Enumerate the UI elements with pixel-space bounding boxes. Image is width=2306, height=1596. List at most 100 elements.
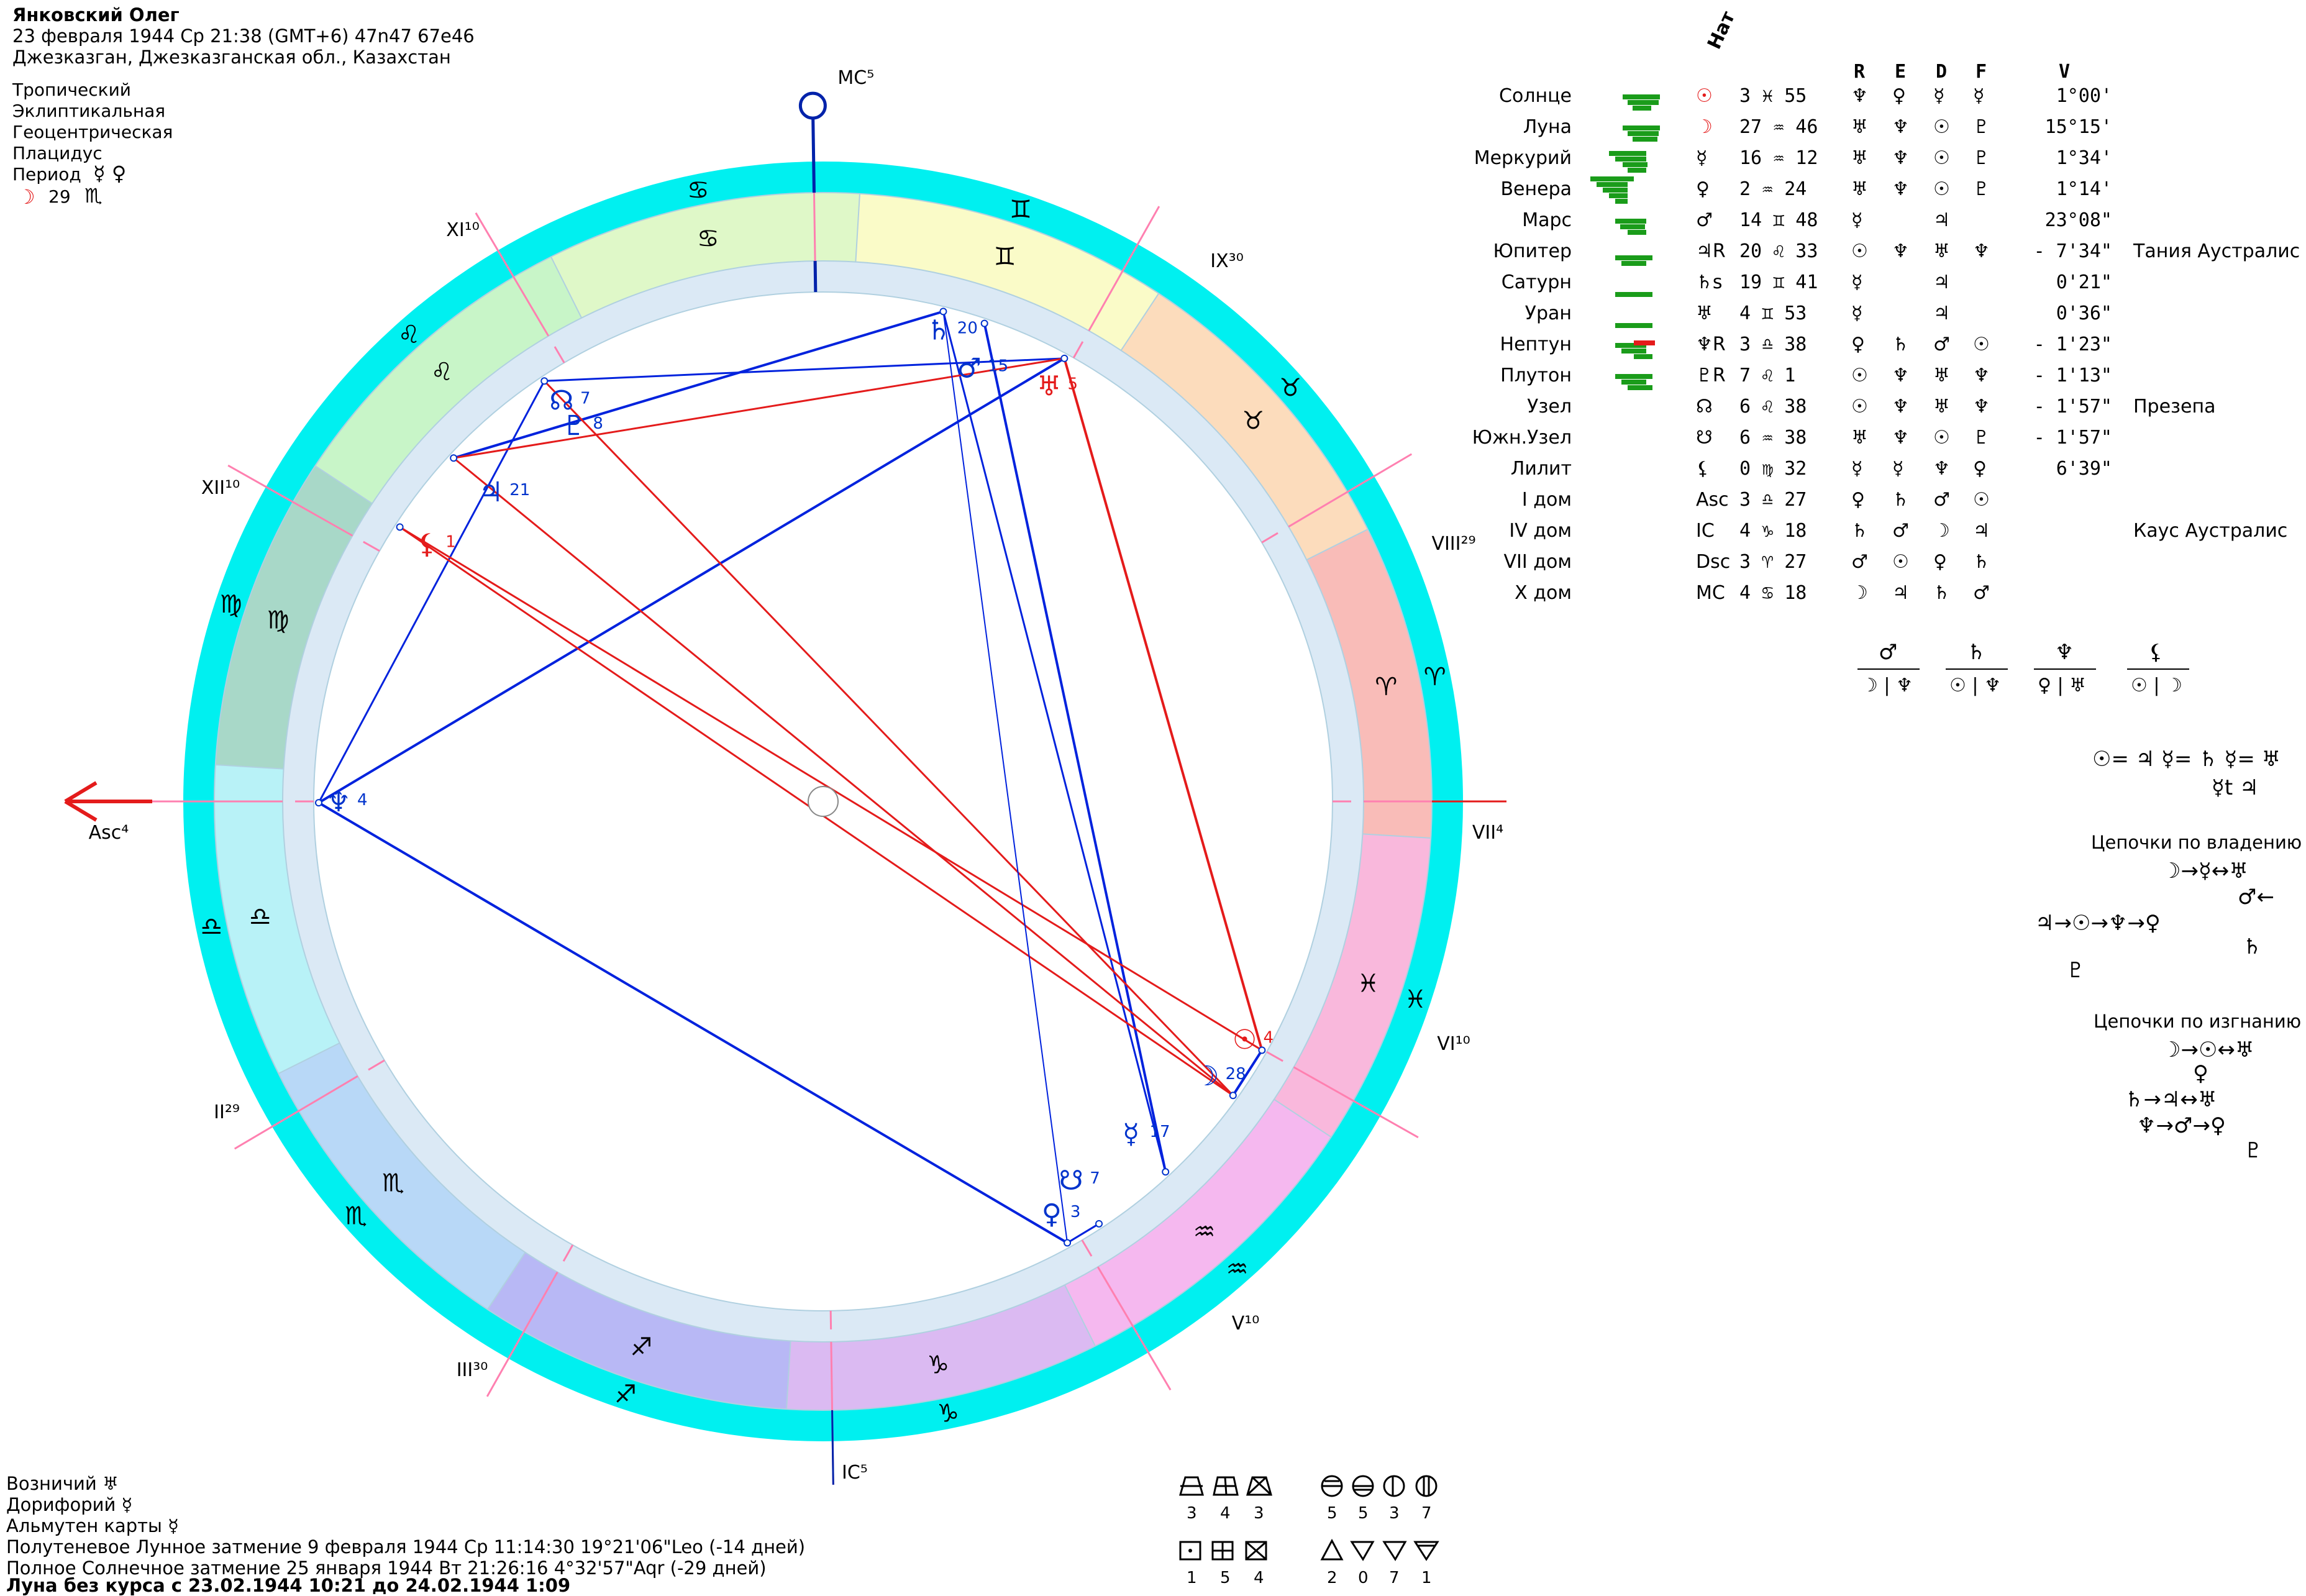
svg-text:4: 4: [1254, 1569, 1264, 1587]
sign-glyph-outer: ♋: [687, 176, 709, 204]
row-name: VII дом: [1504, 547, 1572, 578]
row-speed: - 7'34": [2019, 236, 2112, 267]
dignity-bar: [1615, 374, 1652, 379]
row-speed: - 1'13": [2019, 360, 2112, 391]
house-label: V¹⁰: [1232, 1313, 1260, 1334]
row-ruler: ♅: [1851, 174, 1868, 205]
row-exaltation: ♆: [1892, 174, 1909, 205]
row-ruler: ☉: [1851, 391, 1868, 422]
dignity-bar: [1634, 354, 1652, 359]
sign-glyph-outer: ♌: [398, 321, 420, 349]
row-name: I дом: [1522, 485, 1572, 516]
row-exaltation: ♄: [1892, 329, 1909, 360]
row-detriment: ♂: [1933, 485, 1950, 516]
row-fixed-star: Презепа: [2133, 391, 2215, 422]
svg-text:3: 3: [1187, 1504, 1197, 1523]
exile-chain-5: ♇: [2244, 1137, 2263, 1164]
row-ruler: ☉: [1851, 360, 1868, 391]
row-position: 7 ♌ 1: [1739, 360, 1795, 391]
mc-label: MC⁵: [837, 67, 874, 89]
dispositor-divider: [2034, 668, 2096, 670]
row-exaltation: ♆: [1892, 143, 1909, 174]
row-fall: ♇: [1973, 422, 1990, 454]
table-row: Лилит⚸0 ♍ 32☿☿♆♀6'39": [1447, 454, 2299, 485]
table-row: IV домIC4 ♑ 18♄♂☽♃Каус Аустралис: [1447, 516, 2299, 547]
dignity-bar: [1628, 168, 1646, 173]
grid-icon: [1214, 1477, 1237, 1495]
aspect-endpoint: [397, 524, 403, 530]
row-ruler: ☽: [1851, 578, 1868, 609]
planet-degree: 3: [1070, 1203, 1081, 1221]
mc-marker-icon: [800, 93, 825, 118]
aspect-endpoint: [1096, 1221, 1102, 1227]
row-detriment: ☿: [1933, 81, 1944, 112]
row-exaltation: ♆: [1892, 112, 1909, 143]
dignity-bar: [1609, 193, 1628, 198]
row-ruler: ♄: [1851, 516, 1868, 547]
planet-degree: 28: [1226, 1065, 1246, 1083]
col-r-header: R: [1854, 61, 1865, 83]
aspect-endpoint: [316, 800, 322, 806]
svg-text:2: 2: [1327, 1569, 1338, 1587]
dignity-bar: [1621, 349, 1646, 353]
row-glyph-icon: ♄s: [1696, 267, 1723, 298]
row-position: 19 ♊ 41: [1739, 267, 1818, 298]
row-fixed-star: Каус Аустралис: [2133, 516, 2287, 547]
row-fall: ♇: [1973, 174, 1990, 205]
dignity-bar: [1621, 261, 1646, 266]
circle-moon-icon: [1384, 1476, 1404, 1496]
row-position: 6 ♌ 38: [1739, 391, 1807, 422]
row-fall: ☉: [1973, 329, 1990, 360]
natal-chart-wheel: ♈♈♉♉♊♊♋♋♌♌♍♍♎♎♏♏♐♐♑♑♒♒♓♓MC⁵IC⁵Asc⁴XI¹⁰IX…: [0, 0, 1522, 1503]
planet-degree: 15: [988, 357, 1008, 376]
planet-degree: 4: [357, 791, 368, 809]
row-position: 14 ♊ 48: [1739, 205, 1818, 236]
row-name: Нептун: [1500, 329, 1572, 360]
mc-axis: [813, 118, 814, 193]
row-exaltation: ♄: [1892, 485, 1909, 516]
row-ruler: ♆: [1851, 81, 1868, 112]
lilith-icon: ⚸: [417, 529, 437, 560]
ic-axis: [832, 1410, 834, 1485]
row-glyph-icon: IC: [1696, 516, 1715, 547]
exile-chain-3: ♄→♃↔♅: [2125, 1086, 2217, 1113]
row-glyph-icon: Dsc: [1696, 547, 1730, 578]
square-x-icon: [1246, 1542, 1266, 1559]
row-ruler: ♅: [1851, 422, 1868, 454]
row-speed: 0'36": [2019, 298, 2112, 329]
dignity-bar: [1628, 100, 1659, 105]
dispositor-top: ♄: [1967, 640, 1985, 665]
row-name: Сатурн: [1502, 267, 1572, 298]
row-speed: 1°34': [2019, 143, 2112, 174]
dignity-bar: [1615, 199, 1628, 204]
row-position: 4 ♋ 18: [1739, 578, 1807, 609]
row-exaltation: ♂: [1892, 516, 1909, 547]
house-label: XI¹⁰: [446, 219, 479, 241]
house-label: VI¹⁰: [1437, 1033, 1470, 1055]
neptune-icon: ♆: [326, 787, 350, 818]
row-ruler: ☿: [1851, 267, 1862, 298]
table-row: Узел☊6 ♌ 38☉♆♅♆- 1'57"Презепа: [1447, 391, 2299, 422]
row-name: Луна: [1523, 112, 1572, 143]
row-name: Уран: [1525, 298, 1572, 329]
jupiter-icon: ♃: [479, 477, 503, 508]
row-name: Лилит: [1511, 454, 1572, 485]
dispositor-bottom: ☉ | ♆: [1949, 675, 2001, 696]
dignity-bar-negative: [1634, 340, 1655, 345]
aspect-endpoint: [982, 321, 988, 327]
dispositor-top: ⚸: [2148, 640, 2164, 665]
row-fall: ♆: [1973, 391, 1990, 422]
row-fall: ☉: [1973, 485, 1990, 516]
row-position: 3 ♎ 27: [1739, 485, 1807, 516]
equal-chain-line2: ☿t ♃: [2212, 774, 2259, 801]
dignity-bar: [1590, 176, 1634, 181]
planet-degree: 8: [593, 414, 603, 433]
row-ruler: ♂: [1851, 547, 1868, 578]
row-glyph-icon: MC: [1696, 578, 1725, 609]
lunar-eclipse-line: Полутеневое Лунное затмение 9 февраля 19…: [6, 1536, 805, 1558]
row-ruler: ☉: [1851, 236, 1868, 267]
planet-degree: 5: [1067, 375, 1078, 394]
dignity-bar: [1623, 125, 1660, 130]
triangle-down-icon: [1352, 1542, 1373, 1559]
sign-glyph-outer: ♎: [200, 913, 222, 941]
